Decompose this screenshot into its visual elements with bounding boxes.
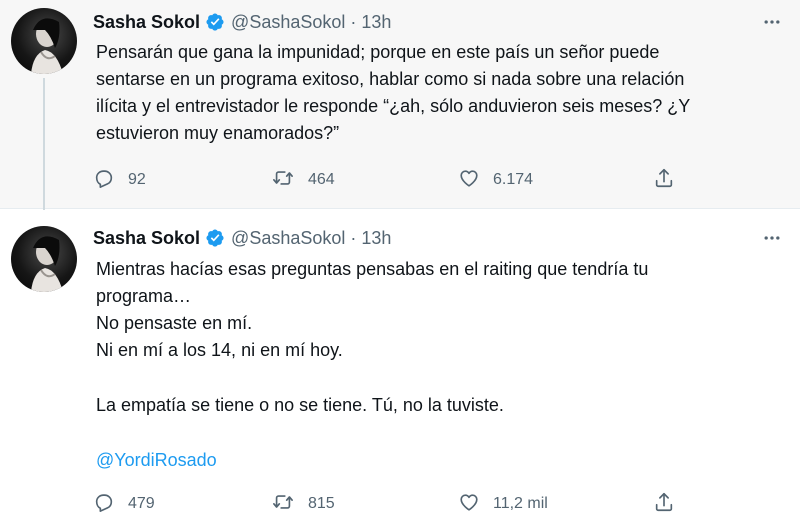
tweet[interactable]: Sasha Sokol @SashaSokol · 13h Pensarán q… — [0, 0, 800, 226]
retweet-icon — [271, 167, 295, 194]
author-name[interactable]: Sasha Sokol — [93, 12, 200, 33]
tweet-actions: 92 464 6.174 — [93, 167, 693, 193]
tweet-actions: 479 815 11,2 mil — [93, 491, 693, 517]
mention-link[interactable]: @YordiRosado — [96, 450, 217, 470]
tweet-text: Mientras hacías esas preguntas pensabas … — [96, 256, 786, 474]
reply-icon — [93, 167, 115, 194]
retweet-button[interactable]: 464 — [271, 167, 335, 193]
tweet-line: estuvieron muy enamorados?” — [96, 123, 340, 143]
tweet-header: Sasha Sokol @SashaSokol · 13h — [93, 226, 391, 250]
verified-badge-icon — [205, 12, 225, 32]
reply-count: 479 — [128, 495, 155, 512]
tweet[interactable]: Sasha Sokol @SashaSokol · 13h Mientras h… — [0, 210, 800, 531]
timestamp[interactable]: 13h — [361, 12, 391, 33]
retweet-count: 815 — [308, 495, 335, 512]
tweet-line: programa… — [96, 286, 192, 306]
reply-count: 92 — [128, 171, 146, 188]
retweet-icon — [271, 491, 295, 518]
author-handle[interactable]: @SashaSokol — [231, 228, 345, 249]
author-handle[interactable]: @SashaSokol — [231, 12, 345, 33]
separator: · — [350, 227, 357, 248]
thread-line — [43, 78, 45, 226]
like-count: 6.174 — [493, 171, 534, 188]
like-icon — [458, 167, 480, 194]
tweet-line: Ni en mí a los 14, ni en mí hoy. — [96, 340, 343, 360]
tweet-line: Mientras hacías esas preguntas pensabas … — [96, 259, 649, 279]
like-count: 11,2 mil — [493, 495, 548, 512]
tweet-line: Pensarán que gana la impunidad; porque e… — [96, 42, 660, 62]
reply-icon — [93, 491, 115, 518]
share-button[interactable] — [653, 167, 675, 193]
share-button[interactable] — [653, 491, 675, 517]
tweet-header: Sasha Sokol @SashaSokol · 13h — [93, 10, 391, 34]
more-icon[interactable] — [760, 10, 784, 34]
like-icon — [458, 491, 480, 518]
avatar[interactable] — [11, 226, 77, 292]
share-icon — [653, 167, 675, 194]
verified-badge-icon — [205, 228, 225, 248]
more-icon[interactable] — [760, 226, 784, 250]
author-name[interactable]: Sasha Sokol — [93, 228, 200, 249]
like-button[interactable]: 11,2 mil — [458, 491, 548, 517]
tweet-text: Pensarán que gana la impunidad; porque e… — [96, 39, 786, 147]
retweet-count: 464 — [308, 171, 335, 188]
retweet-button[interactable]: 815 — [271, 491, 335, 517]
tweet-line: La empatía se tiene o no se tiene. Tú, n… — [96, 395, 504, 415]
share-icon — [653, 491, 675, 518]
timestamp[interactable]: 13h — [361, 228, 391, 249]
avatar[interactable] — [11, 8, 77, 74]
tweet-line: No pensaste en mí. — [96, 313, 253, 333]
reply-button[interactable]: 479 — [93, 491, 155, 517]
separator: · — [350, 11, 357, 32]
tweet-line: sentarse en un programa exitoso, hablar … — [96, 69, 685, 89]
tweet-line: ilícita y el entrevistador le responde “… — [96, 96, 691, 116]
like-button[interactable]: 6.174 — [458, 167, 533, 193]
reply-button[interactable]: 92 — [93, 167, 146, 193]
